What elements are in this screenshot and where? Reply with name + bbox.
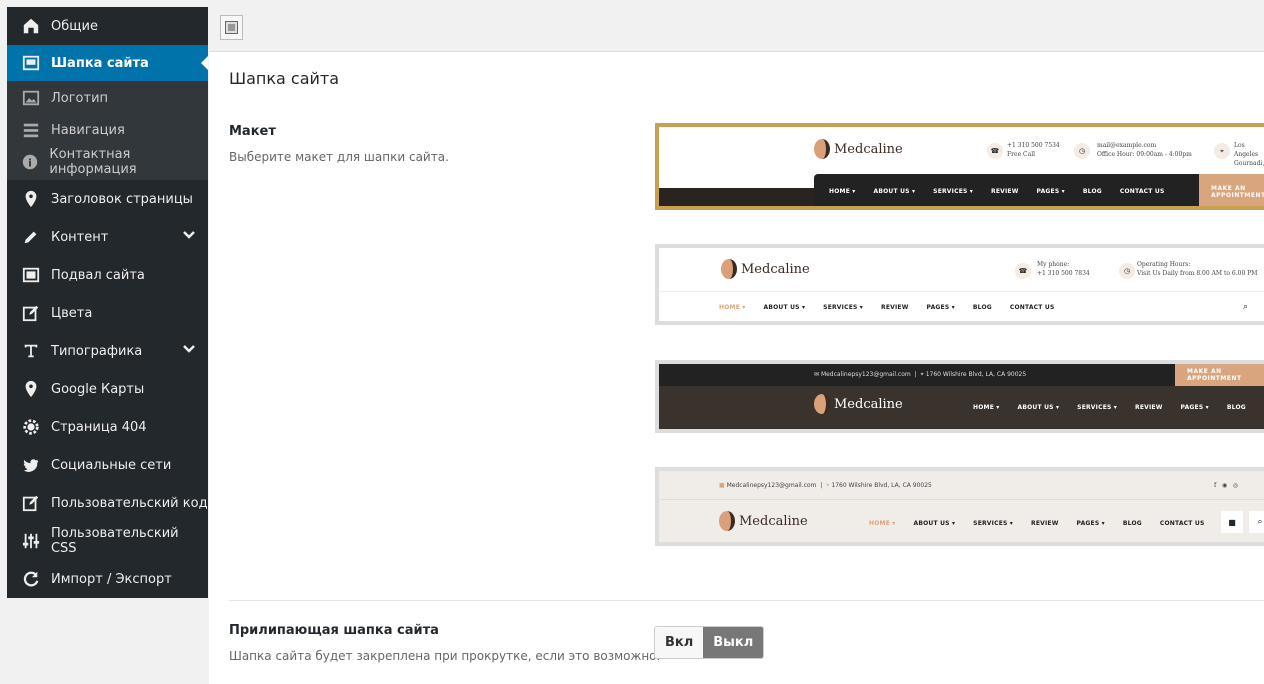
layout-icon [225,21,238,34]
sidebar-item-14[interactable]: Пользовательский CSS [7,522,208,560]
sidebar-item-13[interactable]: Пользовательский код [7,484,208,522]
refresh-icon [21,569,41,589]
sidebar-item-label: Заголовок страницы [51,191,193,207]
sidebar-item-label: Логотип [51,90,109,106]
logo-text: Medcaline [834,141,903,157]
sidebar-item-10[interactable]: Google Карты [7,370,208,408]
pin-icon [21,379,41,399]
sidebar-item-label: Пользовательский код [51,495,208,511]
svg-text:i: i [28,157,32,170]
sidebar-item-4[interactable]: i Контактная информация [7,146,208,178]
main-panel: Шапка сайта Макет Выберите макет для шап… [209,52,1264,684]
sidebar-item-8[interactable]: Цвета [7,294,208,332]
submenu: Логотип Навигация i Контактная информация [7,81,208,180]
sidebar-item-2[interactable]: Логотип [7,82,208,114]
sidebar-item-label: Контент [51,229,109,245]
footer-icon [21,265,41,285]
edit-icon [21,303,41,323]
sidebar-item-12[interactable]: Социальные сети [7,446,208,484]
header-layout-option-2[interactable]: Medcaline ☎ My phone: +1 310 500 7834 ◷ O… [655,244,1264,325]
sidebar-item-label: Навигация [51,122,125,138]
edit-icon [21,493,41,513]
sliders-icon [21,531,41,551]
header-layout-option-1[interactable]: Medcaline ☎ +1 310 500 7534 Free Call ◷ m… [655,123,1264,210]
section-divider [229,600,1264,601]
sticky-header-label: Прилипающая шапка сайта [229,623,439,638]
toggle-on-button[interactable]: Вкл [655,627,704,658]
info-icon: i [21,152,39,172]
pin-icon [21,189,41,209]
pencil-icon [21,227,41,247]
chevron-down-icon[interactable] [182,342,196,360]
sidebar-item-label: Страница 404 [51,419,147,435]
sidebar-item-3[interactable]: Навигация [7,114,208,146]
layout-toggle-button[interactable] [220,15,243,40]
page-title: Шапка сайта [229,69,340,88]
sidebar-item-label: Контактная информация [49,147,137,177]
sidebar-item-15[interactable]: Импорт / Экспорт [7,560,208,598]
header-icon [21,53,41,73]
sidebar-item-label: Общие [51,18,98,34]
chevron-down-icon[interactable] [182,228,196,246]
sidebar-item-0[interactable]: Общие [7,7,208,45]
text-icon [21,341,41,361]
sidebar-item-label: Пользовательский CSS [50,526,179,556]
sidebar-item-1[interactable]: Шапка сайта [7,45,208,81]
sidebar-item-7[interactable]: Подвал сайта [7,256,208,294]
customizer-sidebar: Общие Шапка сайта Логотип Навигация i Контакт… [7,7,208,598]
sidebar-item-5[interactable]: Заголовок страницы [7,180,208,218]
sidebar-item-label: Социальные сети [51,457,172,473]
sidebar-item-label: Цвета [51,305,93,321]
layout-label: Макет [229,124,276,139]
home-icon [21,16,41,36]
sidebar-item-label: Импорт / Экспорт [51,571,172,587]
preview-nav: HOME ▾ ABOUT US ▾ SERVICES ▾ REVIEW PAGES ▾ B… [829,188,1165,195]
sidebar-item-label: Шапка сайта [51,55,149,71]
menu-icon [21,120,41,140]
header-layout-option-4[interactable]: ■ Medcalinepsy123@gmail.com | ⌖ 1760 Wil… [655,467,1264,546]
toggle-off-button[interactable]: Выкл [703,627,764,658]
layout-description: Выберите макет для шапки сайта. [229,150,449,164]
sidebar-item-label: Подвал сайта [51,267,145,283]
sidebar-item-label: Типографика [51,343,143,359]
sidebar-item-11[interactable]: Страница 404 [7,408,208,446]
header-layout-option-3[interactable]: ✉ Medcalinepsy123@gmail.com | ⌖ 1760 Wil… [655,360,1264,433]
sidebar-item-label: Google Карты [51,381,145,397]
sticky-header-description: Шапка сайта будет закреплена при прокрут… [229,649,661,663]
image-icon [21,88,41,108]
top-bar [209,0,1264,52]
sidebar-item-9[interactable]: Типографика [7,332,208,370]
gear-icon [21,417,41,437]
sticky-header-toggle[interactable]: Вкл Выкл [654,626,765,659]
sidebar-item-6[interactable]: Контент [7,218,208,256]
twitter-icon [21,455,41,475]
